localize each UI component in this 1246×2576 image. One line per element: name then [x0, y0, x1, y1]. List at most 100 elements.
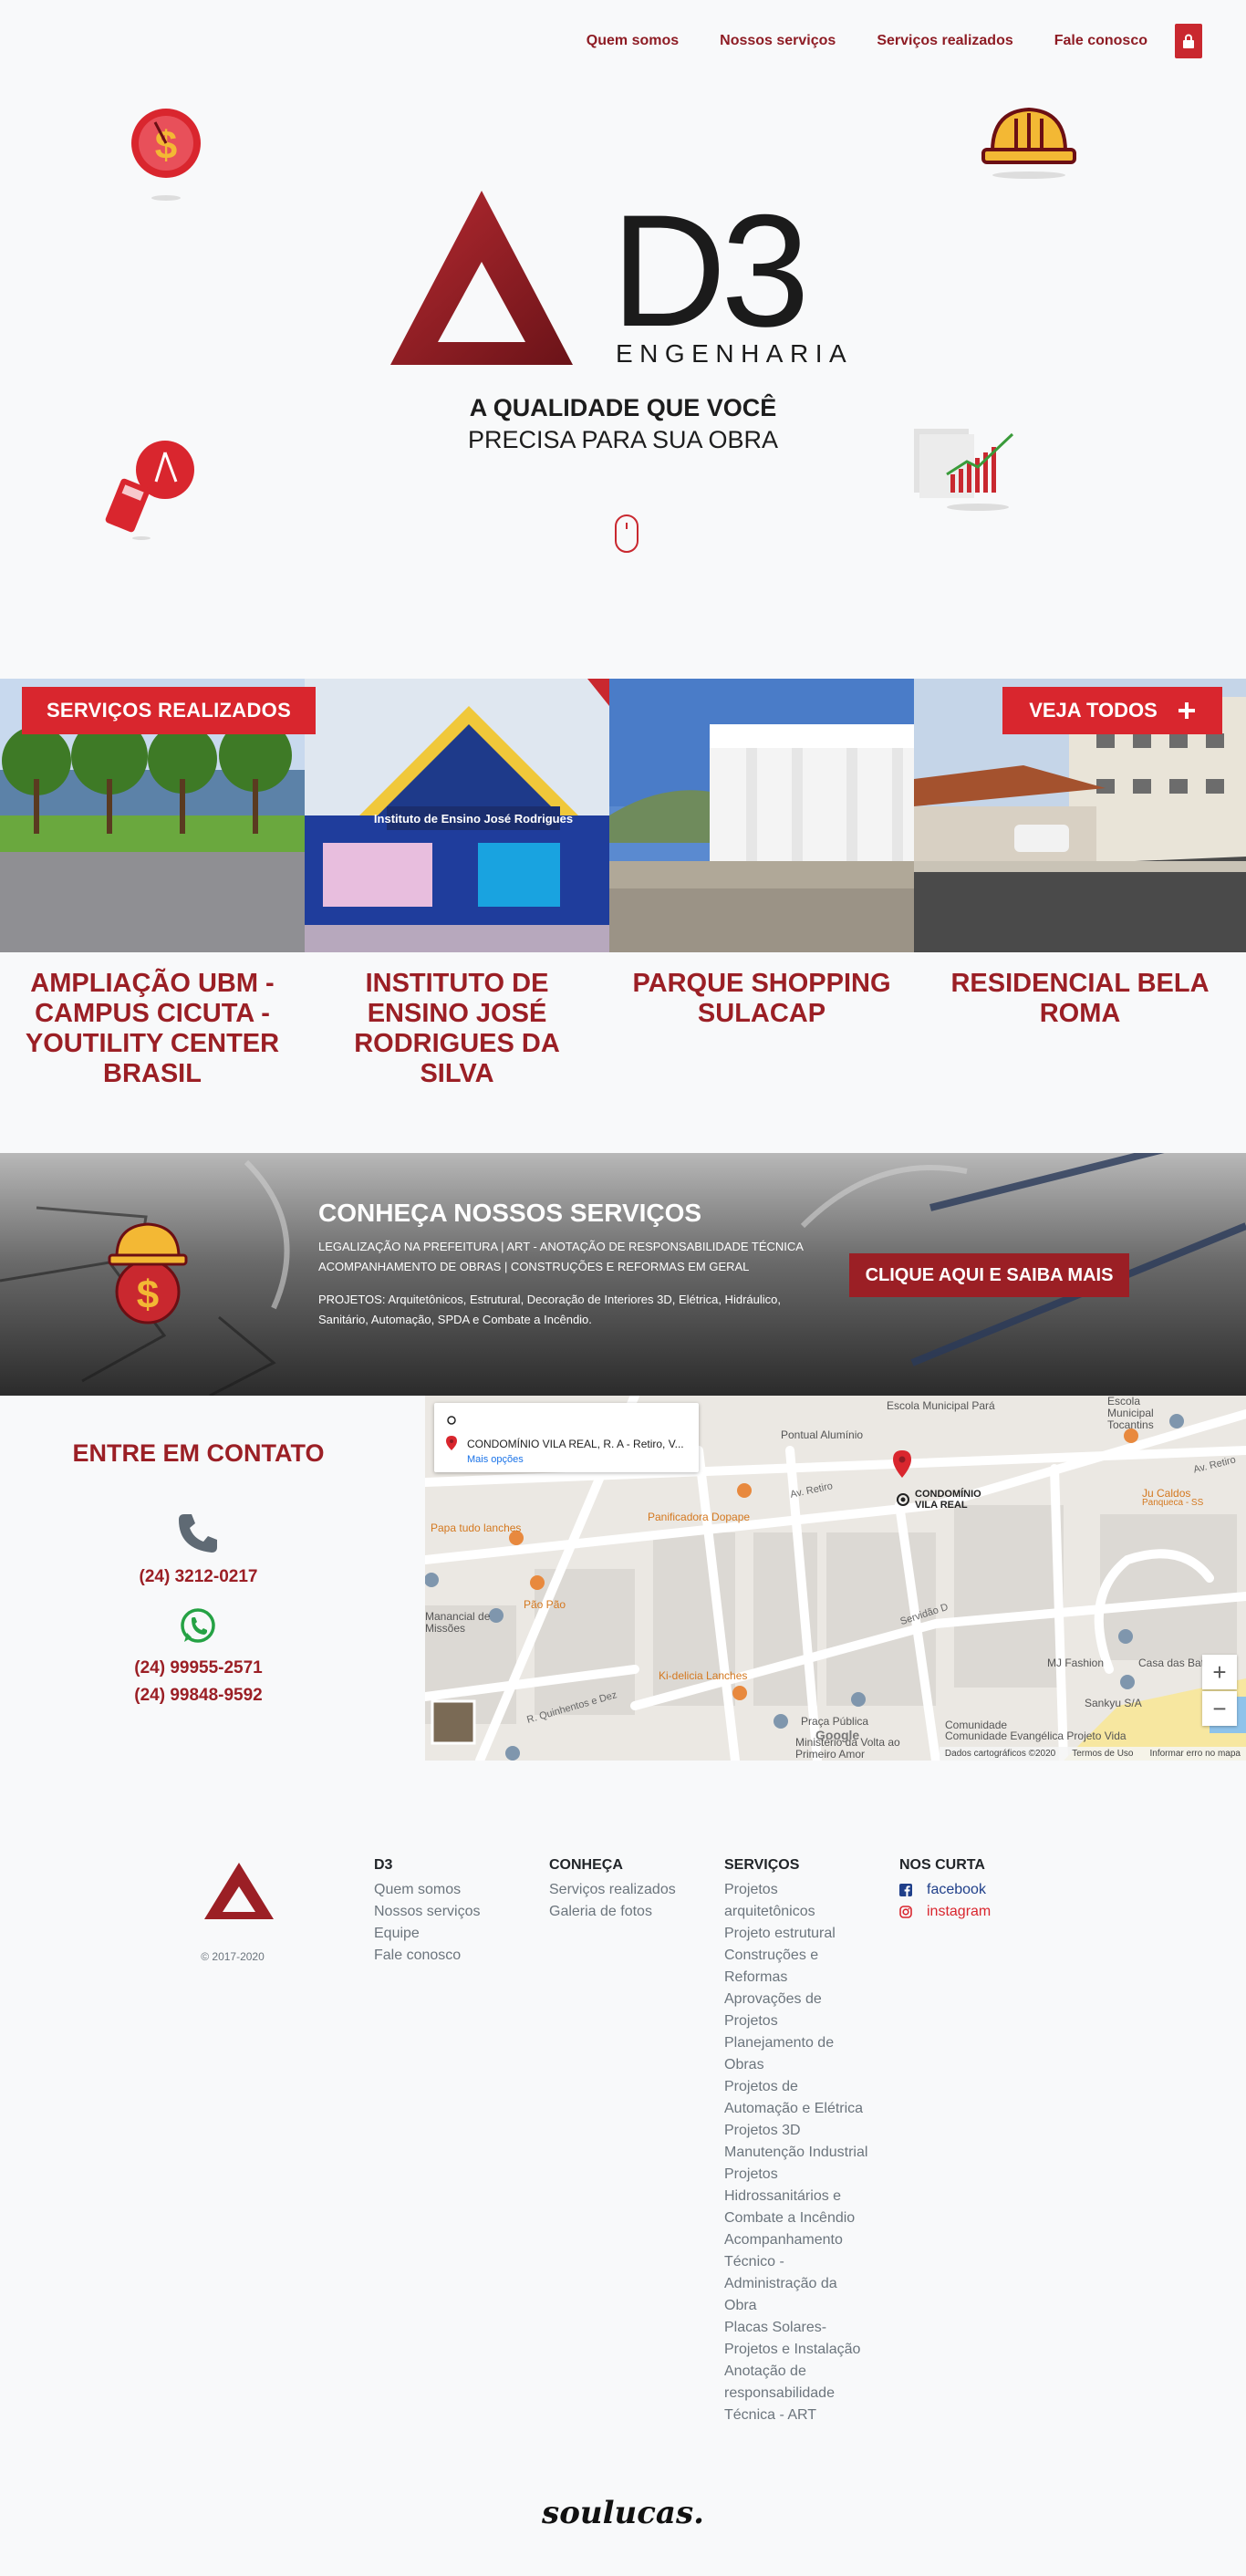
footer-servicos-line[interactable]: Projeto estrutural [724, 1923, 879, 1945]
map-label-escola: Escola Municipal Pará [887, 1399, 995, 1412]
footer-link-nossos-servicos[interactable]: Nossos serviços [374, 1901, 480, 1923]
map-zoom-in-button[interactable]: + [1202, 1655, 1237, 1689]
developer-signature[interactable]: soulucas. [0, 2495, 1246, 2531]
footer-servicos-line[interactable]: Técnica - ART [724, 2405, 879, 2426]
map-label-comunidade: Comunidade Evangélica Projeto Vida [945, 1729, 1127, 1742]
banner-line-2: ACOMPANHAMENTO DE OBRAS | CONSTRUÇÕES E … [318, 1260, 750, 1273]
footer-servicos-line[interactable]: Aprovações de [724, 1989, 879, 2010]
map-terms-link[interactable]: Termos de Uso [1072, 1749, 1133, 1759]
footer-link-equipe[interactable]: Equipe [374, 1923, 480, 1945]
service-image-parque-shopping[interactable] [609, 679, 914, 952]
map-label-paopao: Pão Pão [524, 1598, 566, 1611]
service-title-ubm[interactable]: AMPLIAÇÃO UBM - CAMPUS CICUTA - YOUTILIT… [0, 969, 305, 1089]
svg-text:$: $ [137, 1272, 159, 1317]
footer-servicos-line[interactable]: Manutenção Industrial [724, 2142, 879, 2164]
clock-money-icon: $ [131, 109, 201, 201]
map-data-credit: Dados cartográficos ©2020 [944, 1749, 1056, 1759]
service-image-instituto[interactable]: Instituto de Ensino José Rodrigues [305, 679, 609, 952]
map-label-kidelicia: Ki-delicia Lanches [659, 1669, 748, 1682]
footer-servicos-line[interactable]: Obras [724, 2054, 879, 2076]
phone-number[interactable]: (24) 3212-0217 [0, 1567, 397, 1587]
services-done-badge: SERVIÇOS REALIZADOS [22, 687, 316, 734]
nav-servicos-realizados[interactable]: Serviços realizados [877, 33, 1012, 49]
banner-line-1: LEGALIZAÇÃO NA PREFEITURA | ART - ANOTAÇ… [318, 1240, 804, 1253]
see-all-button[interactable]: VEJA TODOS [1002, 687, 1222, 734]
instagram-label: instagram [927, 1904, 992, 1919]
footer-conheca-heading: CONHEÇA [549, 1857, 623, 1873]
footer-servicos-line[interactable]: Placas Solares- [724, 2317, 879, 2339]
facebook-icon [899, 1884, 912, 1896]
map-report-link[interactable]: Informar erro no mapa [1150, 1749, 1241, 1759]
location-map[interactable]: CONDOMÍNIO VILA REAL, R. A - Retiro, V..… [425, 1396, 1246, 1761]
google-logo: Google [815, 1728, 860, 1742]
footer-servicos-line[interactable]: Reformas [724, 1967, 879, 1989]
copyright: © 2017-2020 [201, 1950, 265, 1963]
footer-servicos-line[interactable]: Projetos 3D [724, 2120, 879, 2142]
footer-servicos-line[interactable]: arquitetônicos [724, 1901, 879, 1923]
footer-servicos-line[interactable]: Obra [724, 2295, 879, 2317]
hero-tagline-bold: A QUALIDADE QUE VOCÊ [469, 394, 777, 421]
footer-servicos-line[interactable]: Projetos [724, 2010, 879, 2032]
facebook-label: facebook [927, 1882, 986, 1897]
map-more-options[interactable]: Mais opções [467, 1454, 524, 1465]
service-title-instituto[interactable]: INSTITUTO DE ENSINO JOSÉ RODRIGUES DA SI… [305, 969, 609, 1089]
service-title-bela-roma[interactable]: RESIDENCIAL BELA ROMA [914, 969, 1246, 1089]
footer-servicos-line[interactable]: Projetos [724, 1879, 879, 1901]
footer-servicos-line[interactable]: Anotação de [724, 2361, 879, 2383]
footer-servicos-line[interactable]: Projetos [724, 2164, 879, 2186]
helmet-money-icon: $ [108, 1222, 188, 1324]
page: Quem somos Nossos serviços Serviços real… [0, 0, 1246, 2576]
plus-icon [1178, 702, 1195, 719]
lock-icon [1183, 34, 1194, 48]
map-pin-label-line2: VILA REAL [915, 1500, 968, 1511]
footer-social-heading: NOS CURTA [899, 1857, 985, 1873]
see-all-label: VEJA TODOS [1029, 699, 1158, 722]
footer-servicos-line[interactable]: Automação e Elétrica [724, 2098, 879, 2120]
footer-servicos-line[interactable]: Projetos de [724, 2076, 879, 2098]
footer-servicos-line[interactable]: Acompanhamento [724, 2229, 879, 2251]
nav-fale-conosco[interactable]: Fale conosco [1054, 33, 1147, 49]
footer-link-servicos-realizados[interactable]: Serviços realizados [549, 1879, 676, 1901]
footer-servicos-line[interactable]: Técnico - [724, 2251, 879, 2273]
footer-link-fale-conosco[interactable]: Fale conosco [374, 1945, 480, 1967]
nav-nossos-servicos[interactable]: Nossos serviços [720, 33, 836, 49]
map-label-sankyu: Sankyu S/A [1085, 1697, 1142, 1709]
learn-more-button[interactable]: CLIQUE AQUI E SAIBA MAIS [849, 1253, 1129, 1297]
banner-line-3: PROJETOS: Arquitetônicos, Estrutural, De… [318, 1293, 781, 1306]
service-title-parque-shopping[interactable]: PARQUE SHOPPING SULACAP [609, 969, 914, 1089]
footer-link-quem-somos[interactable]: Quem somos [374, 1879, 480, 1901]
instagram-link[interactable]: instagram [899, 1901, 991, 1923]
map-zoom-out-button[interactable]: − [1202, 1691, 1237, 1726]
contact-title: ENTRE EM CONTATO [72, 1439, 325, 1467]
services-titles: AMPLIAÇÃO UBM - CAMPUS CICUTA - YOUTILIT… [0, 969, 1246, 1089]
scroll-mouse-icon[interactable] [614, 514, 639, 554]
banner-title: CONHEÇA NOSSOS SERVIÇOS [318, 1199, 702, 1227]
whatsapp-number-1[interactable]: (24) 99955-2571 [0, 1658, 397, 1678]
footer-servicos-line[interactable]: Combate a Incêndio [724, 2207, 879, 2229]
map-attribution: Dados cartográficos ©2020 Termos de Uso … [939, 1747, 1246, 1761]
footer-servicos-line[interactable]: Projetos e Instalação [724, 2339, 879, 2361]
hero-tagline: PRECISA PARA SUA OBRA [467, 426, 779, 453]
map-label-mj: MJ Fashion [1047, 1657, 1105, 1669]
whatsapp-number-2[interactable]: (24) 99848-9592 [0, 1686, 397, 1706]
map-label-praca: Praça Pública [801, 1715, 869, 1728]
whatsapp-icon [181, 1608, 215, 1643]
map-address: CONDOMÍNIO VILA REAL, R. A - Retiro, V..… [467, 1438, 684, 1450]
address-pin-icon [446, 1436, 457, 1450]
footer-link-galeria[interactable]: Galeria de fotos [549, 1901, 676, 1923]
footer-servicos-line[interactable]: Construções e [724, 1945, 879, 1967]
footer-servicos-line[interactable]: Planejamento de [724, 2032, 879, 2054]
d3-logo: D3 ENGENHARIA [390, 187, 846, 368]
login-button[interactable] [1175, 24, 1202, 58]
facebook-link[interactable]: facebook [899, 1879, 991, 1901]
nav-quem-somos[interactable]: Quem somos [587, 33, 679, 49]
footer-servicos-line[interactable]: responsabilidade [724, 2383, 879, 2405]
footer-col-d3: D3 Quem somos Nossos serviços Equipe Fal… [374, 1857, 480, 1967]
instagram-icon [899, 1906, 912, 1918]
footer-servicos-line[interactable]: Hidrossanitários e [724, 2186, 879, 2207]
footer-servicos-line[interactable]: Administração da [724, 2273, 879, 2295]
helmet-icon [981, 107, 1076, 179]
map-label-pontual: Pontual Alumínio [781, 1428, 864, 1441]
footer-col-social: NOS CURTA facebook instagram [899, 1857, 991, 1923]
instituto-sign: Instituto de Ensino José Rodrigues [374, 812, 573, 826]
